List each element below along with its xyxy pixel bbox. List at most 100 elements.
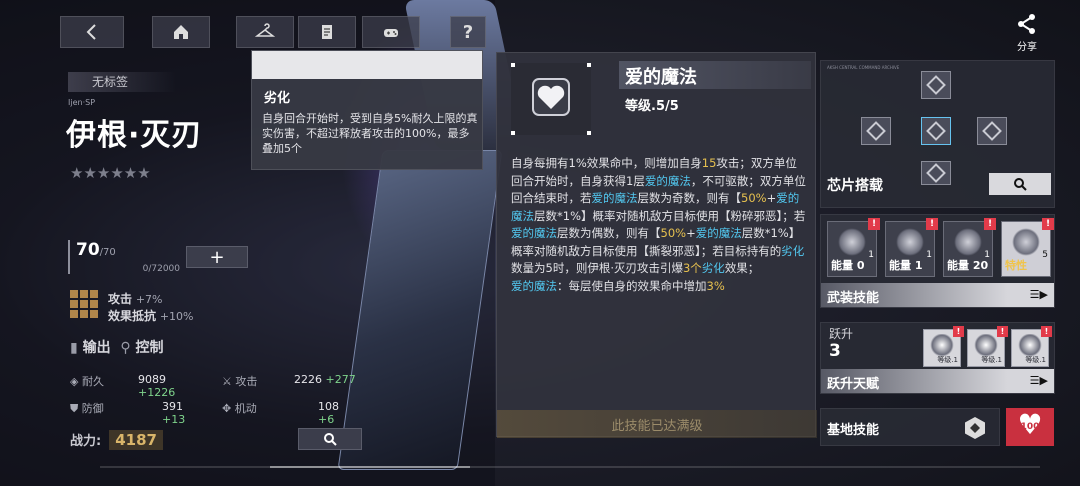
home-icon bbox=[174, 25, 188, 39]
power-label: 战力: bbox=[70, 434, 102, 449]
ascension-label: 跃升 bbox=[829, 327, 854, 341]
wardrobe-button[interactable] bbox=[236, 16, 294, 48]
chip-label: 芯片搭载 bbox=[827, 178, 883, 194]
list-arrow-icon: ☰▶ bbox=[1029, 374, 1048, 387]
chip-panel: AKSH CENTRAL COMMAND ARCHIVE 芯片搭载 bbox=[820, 60, 1055, 208]
attr-primary: 攻击 +7% bbox=[108, 290, 163, 307]
ascension-footer-label: 跃升天赋 bbox=[827, 377, 880, 392]
alert-badge: ! bbox=[868, 218, 880, 230]
tooltip-body: 自身回合开始时，受到自身5%耐久上限的真实伤害，不超过释放者攻击的100%，最多… bbox=[262, 112, 478, 155]
chip-search-button[interactable] bbox=[989, 173, 1051, 195]
skill-level: 5 bbox=[1042, 250, 1048, 260]
armed-skill-2[interactable]: ! 1 能量 1 bbox=[885, 218, 938, 277]
def-label: 防御 bbox=[81, 402, 104, 415]
alert-badge: ! bbox=[1041, 326, 1052, 337]
armed-skills-footer[interactable]: 武装技能 ☰▶ bbox=[821, 283, 1054, 307]
ascension-talent-2[interactable]: ! 等级.1 bbox=[967, 326, 1008, 367]
hp-icon: ◈ bbox=[70, 375, 79, 388]
ascension-talent-1[interactable]: ! 等级.1 bbox=[923, 326, 964, 367]
level-current: 70 bbox=[76, 240, 100, 260]
bottom-progress-rail bbox=[100, 466, 1040, 468]
game-button[interactable] bbox=[362, 16, 420, 48]
armed-skill-1[interactable]: ! 1 能量 0 bbox=[827, 218, 880, 277]
exp-text: 0/72000 bbox=[142, 264, 180, 274]
attr-primary-value: +7% bbox=[135, 293, 163, 306]
gamepad-icon bbox=[384, 29, 398, 37]
detail-search-button[interactable] bbox=[298, 428, 362, 450]
stat-atk: ⚔ 攻击 2226 +277 bbox=[222, 373, 358, 389]
back-button[interactable] bbox=[60, 16, 124, 48]
share-icon bbox=[1018, 14, 1035, 34]
ascension-talent-3[interactable]: ! 等级.1 bbox=[1011, 326, 1052, 367]
spd-icon: ✥ bbox=[222, 402, 232, 415]
armed-skill-trait[interactable]: ! 5 特性 bbox=[1001, 218, 1054, 277]
character-tag[interactable]: 无标签 bbox=[68, 72, 176, 92]
atk-bonus: +277 bbox=[325, 373, 356, 386]
character-sub-name: Ijen·SP bbox=[68, 98, 96, 107]
affection-value: 100 bbox=[1020, 422, 1040, 432]
skill-icon bbox=[954, 228, 982, 256]
atk-label: 攻击 bbox=[235, 375, 258, 388]
share-label: 分享 bbox=[1017, 42, 1037, 53]
chip-fine-print: AKSH CENTRAL COMMAND ARCHIVE bbox=[827, 65, 900, 70]
alert-badge: ! bbox=[926, 218, 938, 230]
output-icon: ▮ bbox=[70, 340, 78, 356]
skill-max-level-button[interactable]: 此技能已达满级 bbox=[497, 410, 817, 438]
talent-level: 等级.1 bbox=[981, 356, 1002, 364]
attribute-grid-icon bbox=[70, 290, 98, 318]
skill-name: 爱的魔法 bbox=[625, 67, 697, 88]
power-value: 4187 bbox=[109, 430, 163, 450]
stat-hp: ◈ 耐久 9089 +1226 bbox=[70, 373, 206, 399]
spd-bonus: +6 bbox=[318, 413, 335, 426]
skill-energy: 能量 1 bbox=[889, 259, 923, 272]
chip-slot-bottom[interactable] bbox=[921, 161, 951, 185]
talent-icon bbox=[1018, 334, 1042, 356]
ascension-footer[interactable]: 跃升天赋 ☰▶ bbox=[821, 369, 1054, 393]
home-button[interactable] bbox=[152, 16, 210, 48]
help-button[interactable]: ? bbox=[450, 16, 486, 48]
skill-icon bbox=[896, 228, 924, 256]
chip-slot-right[interactable] bbox=[977, 117, 1007, 145]
tooltip-header-bar bbox=[252, 51, 482, 79]
talent-level: 等级.1 bbox=[937, 356, 958, 364]
skill-detail-panel: 爱的魔法 等级.5/5 自身每拥有1%效果命中，则增加自身15攻击；双方单位回合… bbox=[496, 52, 817, 438]
armed-skill-3[interactable]: ! 1 能量 20 bbox=[943, 218, 996, 277]
skill-level: 等级.5/5 bbox=[625, 99, 679, 114]
skill-level: 1 bbox=[926, 250, 932, 260]
talent-level: 等级.1 bbox=[1025, 356, 1046, 364]
level-box: 70/70 0/72000 bbox=[68, 240, 180, 274]
level-up-button[interactable]: + bbox=[186, 246, 248, 268]
base-skill-button[interactable]: 基地技能 bbox=[820, 408, 1000, 446]
alert-badge: ! bbox=[997, 326, 1008, 337]
spd-label: 机动 bbox=[234, 402, 257, 415]
affection-button[interactable]: ♥ 100 bbox=[1006, 408, 1054, 446]
chip-slot-center[interactable] bbox=[921, 117, 951, 145]
character-name: 伊根·灭刃 bbox=[66, 118, 203, 153]
role-output: 输出 bbox=[82, 340, 111, 356]
heart-shield-icon bbox=[1012, 228, 1040, 256]
archive-button[interactable] bbox=[298, 16, 356, 48]
role-line: ▮ 输出 ⚲ 控制 bbox=[70, 337, 163, 357]
alert-badge: ! bbox=[953, 326, 964, 337]
skill-energy: 能量 0 bbox=[831, 259, 865, 272]
search-icon bbox=[1014, 178, 1027, 191]
alert-badge: ! bbox=[984, 218, 996, 230]
chip-slot-left[interactable] bbox=[861, 117, 891, 145]
alert-badge: ! bbox=[1042, 218, 1054, 230]
star-rating: ★★★★★★ bbox=[70, 164, 151, 182]
attr-secondary-label: 效果抵抗 bbox=[108, 309, 157, 323]
def-icon: ⛊ bbox=[70, 402, 79, 415]
talent-icon bbox=[974, 334, 998, 356]
chip-slot-top[interactable] bbox=[921, 71, 951, 99]
skill-icon bbox=[838, 228, 866, 256]
skill-energy: 能量 20 bbox=[947, 259, 989, 272]
skill-level: 1 bbox=[868, 250, 874, 260]
stat-spd: ✥ 机动 108 +6 bbox=[222, 400, 358, 426]
share-button[interactable]: 分享 bbox=[1010, 12, 1044, 56]
chevron-left-icon bbox=[86, 24, 96, 40]
document-icon bbox=[322, 25, 332, 39]
search-icon bbox=[324, 433, 337, 446]
power-row: 战力: 4187 bbox=[70, 430, 163, 450]
ascension-value: 3 bbox=[829, 341, 841, 361]
control-icon: ⚲ bbox=[120, 340, 131, 356]
